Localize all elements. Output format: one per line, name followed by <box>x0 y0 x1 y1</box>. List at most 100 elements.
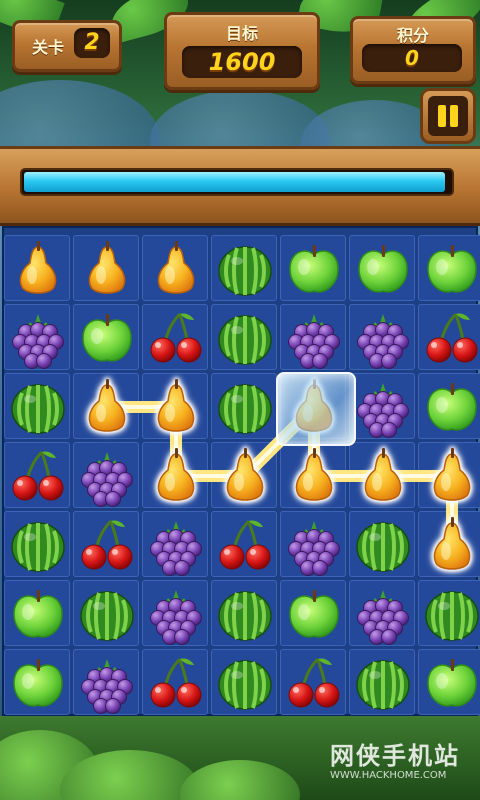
fruit-tile-apple[interactable] <box>418 649 480 717</box>
fruit-tile-watermelon[interactable] <box>4 373 72 441</box>
fruit-tile-cherry[interactable] <box>73 511 141 579</box>
fruit-tile-apple[interactable] <box>418 373 480 441</box>
fruit-tile-pear[interactable] <box>211 442 279 510</box>
fruit-tile-watermelon[interactable] <box>211 649 279 717</box>
grape-icon <box>357 314 409 369</box>
game-screen: 关卡 2 目标 1600 积分 0 网侠手机站 WWW.HACKHOME.COM <box>0 0 480 800</box>
fruit-tile-cherry[interactable] <box>280 649 348 717</box>
fruit-tile-pear[interactable] <box>73 373 141 441</box>
cherry-icon <box>219 519 271 570</box>
grape-icon <box>81 452 133 507</box>
pear-icon <box>433 448 471 501</box>
pear-icon <box>157 448 195 501</box>
grape-icon <box>288 521 340 576</box>
cherry-icon <box>12 450 64 501</box>
watermelon-icon <box>356 522 410 572</box>
pause-button[interactable] <box>420 88 476 144</box>
watermelon-icon <box>218 591 272 641</box>
apple-icon <box>13 659 63 707</box>
fruit-tile-apple[interactable] <box>4 580 72 648</box>
watermelon-icon <box>425 591 479 641</box>
fruit-tile-pear[interactable] <box>142 235 210 303</box>
fruit-tile-grape[interactable] <box>280 511 348 579</box>
fruit-tile-apple[interactable] <box>73 304 141 372</box>
fruit-tile-watermelon[interactable] <box>211 304 279 372</box>
watermelon-icon <box>218 384 272 434</box>
ice-block <box>276 372 356 446</box>
score-value: 0 <box>405 46 419 70</box>
watermelon-icon <box>80 591 134 641</box>
apple-icon <box>427 659 477 707</box>
fruit-tile-grape[interactable] <box>349 580 417 648</box>
fruit-tile-grape[interactable] <box>4 304 72 372</box>
pear-icon <box>88 379 126 432</box>
cherry-icon <box>150 312 202 363</box>
pear-icon <box>364 448 402 501</box>
fruit-tile-cherry[interactable] <box>4 442 72 510</box>
fruit-tile-pear[interactable] <box>349 442 417 510</box>
score-label: 积分 <box>396 26 429 45</box>
fruit-tile-pear[interactable] <box>142 442 210 510</box>
watermelon-icon <box>218 660 272 710</box>
fruit-tile-cherry[interactable] <box>211 511 279 579</box>
fruit-tile-grape[interactable] <box>142 580 210 648</box>
fruit-tile-pear[interactable] <box>280 442 348 510</box>
fruit-tile-watermelon[interactable] <box>418 580 480 648</box>
fruit-tile-pear[interactable] <box>4 235 72 303</box>
fruit-tile-grape[interactable] <box>280 304 348 372</box>
apple-icon <box>289 590 339 638</box>
fruit-tile-cherry[interactable] <box>418 304 480 372</box>
watermelon-icon <box>356 660 410 710</box>
apple-icon <box>289 245 339 293</box>
fruit-tile-cherry[interactable] <box>142 304 210 372</box>
pear-icon <box>433 517 471 570</box>
watermelon-icon <box>11 384 65 434</box>
watermark-logo-text: 网侠手机站 <box>330 742 460 770</box>
grape-icon <box>150 521 202 576</box>
fruit-tile-watermelon[interactable] <box>4 511 72 579</box>
pear-icon <box>157 241 195 294</box>
apple-icon <box>82 314 132 362</box>
grape-icon <box>357 590 409 645</box>
fruit-tile-watermelon[interactable] <box>349 511 417 579</box>
fruit-tile-pear[interactable] <box>418 511 480 579</box>
grape-icon <box>150 590 202 645</box>
cherry-icon <box>288 657 340 708</box>
grape-icon <box>288 314 340 369</box>
fruit-tile-apple[interactable] <box>280 580 348 648</box>
fruit-tile-pear[interactable] <box>73 235 141 303</box>
fruit-tile-grape[interactable] <box>73 442 141 510</box>
fruit-tile-apple[interactable] <box>418 235 480 303</box>
pear-icon <box>19 241 57 294</box>
fruit-tile-grape[interactable] <box>349 373 417 441</box>
fruit-tile-watermelon[interactable] <box>73 580 141 648</box>
grape-icon <box>12 314 64 369</box>
target-label: 目标 <box>225 24 258 43</box>
fruit-tile-watermelon[interactable] <box>211 373 279 441</box>
fruit-tile-grape[interactable] <box>349 304 417 372</box>
fruit-tile-pear[interactable] <box>418 442 480 510</box>
fruit-tile-watermelon[interactable] <box>211 235 279 303</box>
pear-icon <box>157 379 195 432</box>
target-value: 1600 <box>208 48 276 76</box>
level-value: 2 <box>84 30 100 55</box>
cherry-icon <box>81 519 133 570</box>
fruit-tile-apple[interactable] <box>280 235 348 303</box>
level-label: 关卡 <box>31 38 64 57</box>
watermelon-icon <box>11 522 65 572</box>
fruit-tile-watermelon[interactable] <box>211 580 279 648</box>
grape-icon <box>357 383 409 438</box>
progress-bar <box>20 168 454 196</box>
apple-icon <box>13 590 63 638</box>
fruit-tile-grape[interactable] <box>142 511 210 579</box>
fruit-tile-cherry[interactable] <box>142 649 210 717</box>
fruit-tile-apple[interactable] <box>4 649 72 717</box>
cherry-icon <box>426 312 478 363</box>
watermelon-icon <box>218 315 272 365</box>
fruit-tile-apple[interactable] <box>349 235 417 303</box>
fruit-tile-pear[interactable] <box>142 373 210 441</box>
pear-icon <box>295 448 333 501</box>
apple-icon <box>427 245 477 293</box>
fruit-tile-grape[interactable] <box>73 649 141 717</box>
fruit-tile-watermelon[interactable] <box>349 649 417 717</box>
